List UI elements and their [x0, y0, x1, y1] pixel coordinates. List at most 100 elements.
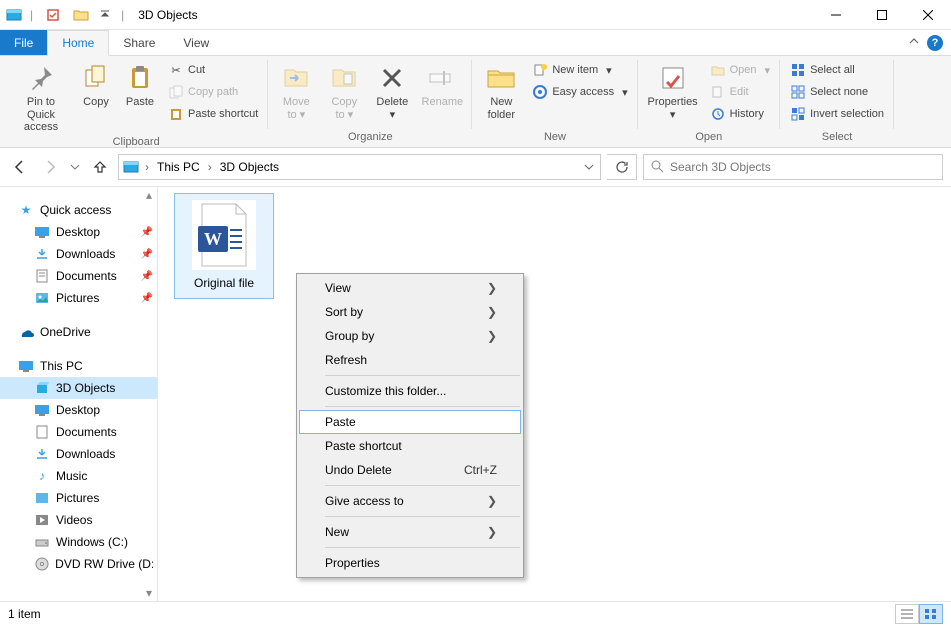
cm-new[interactable]: New ❯: [299, 520, 521, 544]
open-button[interactable]: Open▾: [706, 60, 774, 80]
tree-downloads[interactable]: Downloads 📌: [0, 243, 157, 265]
breadcrumb-dropdown[interactable]: [578, 162, 600, 172]
breadcrumb[interactable]: › This PC › 3D Objects: [118, 154, 601, 180]
cm-group-by[interactable]: Group by ❯: [299, 324, 521, 348]
tree-3d-objects[interactable]: 3D Objects: [0, 377, 157, 399]
window-title: 3D Objects: [132, 8, 197, 22]
tree-desktop[interactable]: Desktop 📌: [0, 221, 157, 243]
cm-customize[interactable]: Customize this folder...: [299, 379, 521, 403]
cm-undo-delete[interactable]: Undo Delete Ctrl+Z: [299, 458, 521, 482]
tree-windows-c[interactable]: Windows (C:): [0, 531, 157, 553]
tree-quick-access[interactable]: ★ Quick access: [0, 199, 157, 221]
navigation-pane: ▴ ★ Quick access Desktop 📌 Downloads 📌 D…: [0, 187, 158, 601]
file-item[interactable]: W Original file: [174, 193, 274, 299]
rename-button[interactable]: Rename: [418, 60, 466, 111]
pictures-icon: [34, 290, 50, 306]
copy-button[interactable]: Copy: [76, 60, 116, 111]
tree-pc-downloads[interactable]: Downloads: [0, 443, 157, 465]
minimize-button[interactable]: [813, 0, 859, 30]
scroll-up-icon[interactable]: ▴: [141, 187, 157, 203]
chevron-right-icon[interactable]: ›: [206, 160, 214, 174]
tree-pictures[interactable]: Pictures 📌: [0, 287, 157, 309]
easy-access-icon: [532, 84, 548, 100]
qat-customize-icon[interactable]: [98, 4, 112, 26]
paste-shortcut-icon: [168, 106, 184, 122]
nav-forward-button[interactable]: [38, 155, 62, 179]
title-bar: | | 3D Objects: [0, 0, 951, 30]
edit-icon: [710, 84, 726, 100]
close-button[interactable]: [905, 0, 951, 30]
properties-button[interactable]: Properties ▾: [644, 60, 702, 123]
documents-icon: [34, 268, 50, 284]
tree-videos[interactable]: Videos: [0, 509, 157, 531]
icons-view-button[interactable]: [919, 604, 943, 624]
tree-dvd-drive[interactable]: DVD RW Drive (D:): [0, 553, 157, 575]
help-button[interactable]: ?: [927, 35, 943, 51]
delete-button[interactable]: Delete ▾: [370, 60, 414, 123]
select-none-button[interactable]: Select none: [786, 82, 888, 102]
tree-music[interactable]: ♪ Music: [0, 465, 157, 487]
qat-new-folder-icon[interactable]: [70, 4, 92, 26]
tree-onedrive[interactable]: OneDrive: [0, 321, 157, 343]
breadcrumb-segment[interactable]: 3D Objects: [214, 155, 285, 179]
cut-button[interactable]: ✂ Cut: [164, 60, 262, 80]
new-folder-icon: [485, 62, 517, 94]
copy-path-button[interactable]: Copy path: [164, 82, 262, 102]
copy-to-button[interactable]: Copy to ▾: [322, 60, 366, 123]
tab-share[interactable]: Share: [109, 30, 169, 55]
chevron-right-icon[interactable]: ›: [143, 160, 151, 174]
new-item-button[interactable]: New item▾: [528, 60, 631, 80]
submenu-arrow-icon: ❯: [487, 305, 497, 319]
pictures-icon: [34, 490, 50, 506]
paste-icon: [124, 62, 156, 94]
tab-home[interactable]: Home: [47, 30, 109, 56]
pin-to-quick-access-button[interactable]: Pin to Quick access: [10, 60, 72, 136]
new-folder-button[interactable]: New folder: [478, 60, 524, 123]
tab-view[interactable]: View: [169, 30, 223, 55]
submenu-arrow-icon: ❯: [487, 329, 497, 343]
invert-selection-button[interactable]: Invert selection: [786, 104, 888, 124]
status-bar: 1 item: [0, 601, 951, 625]
cm-sort-by[interactable]: Sort by ❯: [299, 300, 521, 324]
open-icon: [710, 62, 726, 78]
file-list[interactable]: W Original file: [158, 187, 951, 601]
paste-shortcut-button[interactable]: Paste shortcut: [164, 104, 262, 124]
ribbon-group-organize: Move to ▾ Copy to ▾ Delete ▾ Rename: [268, 56, 472, 147]
cut-icon: ✂: [168, 62, 184, 78]
nav-recent-dropdown[interactable]: [68, 155, 82, 179]
pin-icon: 📌: [141, 227, 153, 238]
nav-back-button[interactable]: [8, 155, 32, 179]
tree-pc-desktop[interactable]: Desktop: [0, 399, 157, 421]
tab-file[interactable]: File: [0, 30, 47, 55]
details-view-button[interactable]: [895, 604, 919, 624]
new-item-icon: [532, 62, 548, 78]
move-to-button[interactable]: Move to ▾: [274, 60, 318, 123]
ribbon-tabs: File Home Share View ?: [0, 30, 951, 56]
edit-button[interactable]: Edit: [706, 82, 774, 102]
cm-give-access-to[interactable]: Give access to ❯: [299, 489, 521, 513]
properties-icon: [657, 62, 689, 94]
breadcrumb-segment[interactable]: This PC: [151, 155, 206, 179]
maximize-button[interactable]: [859, 0, 905, 30]
cm-view[interactable]: View ❯: [299, 276, 521, 300]
select-all-button[interactable]: Select all: [786, 60, 888, 80]
ribbon-group-open: Properties ▾ Open▾ Edit: [638, 56, 780, 147]
nav-up-button[interactable]: [88, 155, 112, 179]
cm-paste[interactable]: Paste: [299, 410, 521, 434]
refresh-button[interactable]: [607, 154, 637, 180]
cm-refresh[interactable]: Refresh: [299, 348, 521, 372]
scroll-down-icon[interactable]: ▾: [141, 585, 157, 601]
ribbon-collapse-icon[interactable]: [909, 36, 919, 50]
pin-icon: [25, 62, 57, 94]
paste-button[interactable]: Paste: [120, 60, 160, 111]
easy-access-button[interactable]: Easy access▾: [528, 82, 631, 102]
tree-pc-documents[interactable]: Documents: [0, 421, 157, 443]
tree-documents[interactable]: Documents 📌: [0, 265, 157, 287]
qat-properties-icon[interactable]: [42, 4, 64, 26]
tree-pc-pictures[interactable]: Pictures: [0, 487, 157, 509]
history-button[interactable]: History: [706, 104, 774, 124]
tree-this-pc[interactable]: This PC: [0, 355, 157, 377]
search-input[interactable]: Search 3D Objects: [643, 154, 943, 180]
cm-paste-shortcut[interactable]: Paste shortcut: [299, 434, 521, 458]
cm-properties[interactable]: Properties: [299, 551, 521, 575]
